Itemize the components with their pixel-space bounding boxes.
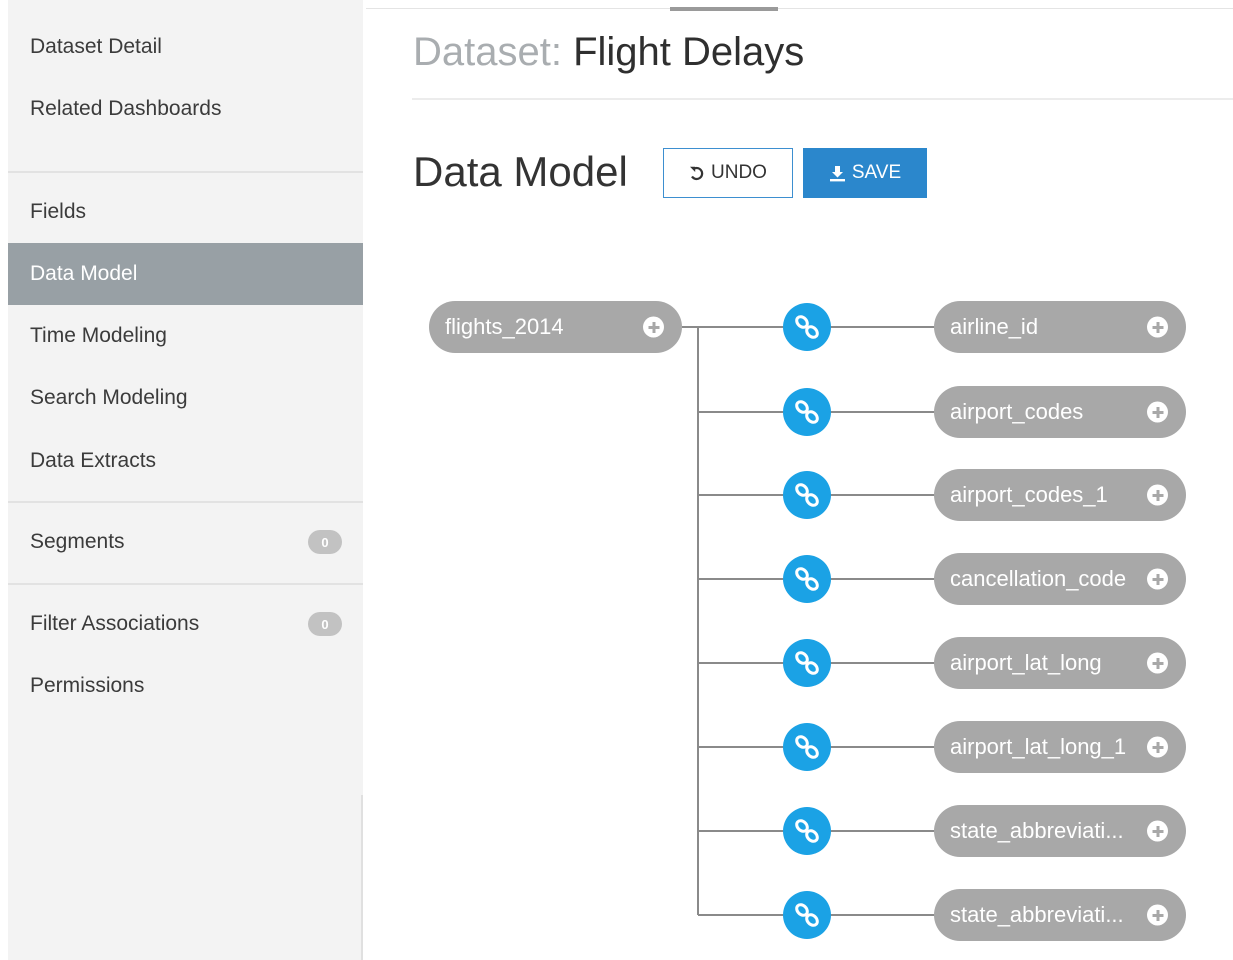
table-node-label: airport_codes [950,399,1084,424]
table-node-label: airport_lat_long_1 [950,734,1127,759]
link-icon [795,315,819,339]
link-icon [795,903,819,927]
join-link-0[interactable] [783,303,831,351]
table-node-label: cancellation_code [950,566,1127,591]
plus-icon[interactable] [1147,316,1168,338]
link-icon [795,483,819,507]
join-link-1[interactable] [783,388,831,436]
link-icon [795,735,819,759]
table-node-join[interactable]: airline_id [934,301,1186,353]
data-model-diagram: flights_2014 airline_id airport_codes ai… [0,0,1233,960]
plus-icon[interactable] [1147,484,1168,506]
plus-icon[interactable] [1147,568,1168,590]
table-node-join[interactable]: cancellation_code [934,553,1186,605]
join-link-5[interactable] [783,723,831,771]
plus-icon[interactable] [1147,904,1168,926]
table-node-join[interactable]: airport_lat_long [934,637,1186,689]
table-node-label: flights_2014 [445,314,564,339]
table-node-label: airline_id [950,314,1039,339]
table-node-label: state_abbreviati... [950,902,1124,927]
table-node-join[interactable]: state_abbreviati... [934,889,1186,941]
join-link-4[interactable] [783,639,831,687]
plus-icon[interactable] [643,316,664,338]
plus-icon[interactable] [1147,401,1168,423]
table-node-join[interactable]: airport_codes_1 [934,469,1186,521]
table-node-join[interactable]: airport_lat_long_1 [934,721,1186,773]
plus-icon[interactable] [1147,652,1168,674]
link-icon [795,567,819,591]
table-node-join[interactable]: state_abbreviati... [934,805,1186,857]
join-link-7[interactable] [783,891,831,939]
join-link-2[interactable] [783,471,831,519]
link-icon [795,819,819,843]
link-icon [795,400,819,424]
plus-icon[interactable] [1147,736,1168,758]
table-node-join[interactable]: airport_codes [934,386,1186,438]
table-node-label: airport_lat_long [950,650,1102,675]
join-link-3[interactable] [783,555,831,603]
link-icon [795,651,819,675]
table-node-label: state_abbreviati... [950,818,1124,843]
table-node-root[interactable]: flights_2014 [429,301,682,353]
table-node-label: airport_codes_1 [950,482,1108,507]
plus-icon[interactable] [1147,820,1168,842]
join-link-6[interactable] [783,807,831,855]
